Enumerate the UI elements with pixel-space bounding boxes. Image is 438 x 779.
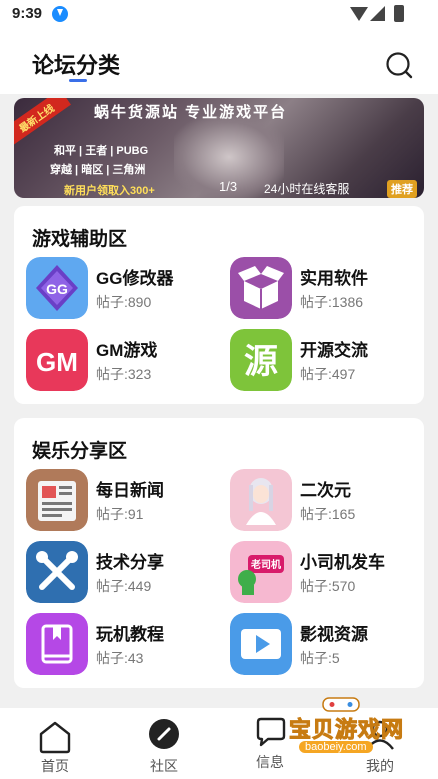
forum-item-name: 技术分享 [96,553,164,572]
forum-item-news[interactable]: 每日新闻 帖子:91 [26,469,216,531]
banner-badge: 推荐 [387,180,417,198]
user-icon [366,720,394,750]
forum-item-count: 帖子:890 [96,294,152,310]
open-source-icon: 源 [230,329,292,391]
svg-text:GM: GM [36,347,78,377]
forum-item-name: GG修改器 [96,269,174,288]
download-icon [52,6,68,22]
nav-label: 信息 [256,754,284,770]
signal-icon [370,6,385,21]
status-time: 9:39 [12,5,43,22]
banner-headline: 蜗牛货源站 专业游戏平台 [94,104,288,121]
forum-item-anime[interactable]: 二次元 帖子:165 [230,469,420,531]
promo-banner[interactable]: 最新上线 蜗牛货源站 专业游戏平台 和平 | 王者 | PUBG 穿越 | 暗区… [14,98,424,198]
gm-game-icon: GM [26,329,88,391]
forum-item-gm-game[interactable]: GM GM游戏 帖子:323 [26,329,216,391]
newspaper-icon [26,469,88,531]
book-icon [26,613,88,675]
status-bar: 9:39 [0,0,438,28]
svg-text:GG: GG [46,281,68,297]
forum-item-name: GM游戏 [96,341,158,360]
bottom-nav: 首页 社区 信息 我的 [0,708,438,779]
compass-icon [149,719,179,749]
battery-icon [394,5,404,22]
nav-label: 社区 [150,758,178,774]
forum-item-software[interactable]: 实用软件 帖子:1386 [230,257,420,319]
forum-item-name: 影视资源 [300,625,368,644]
home-icon [39,721,71,754]
forum-item-open-source[interactable]: 源 开源交流 帖子:497 [230,329,420,391]
message-icon [256,717,286,747]
video-play-icon [230,613,292,675]
forum-item-tech[interactable]: 技术分享 帖子:449 [26,541,216,603]
banner-line: 穿越 | 暗区 | 三角洲 [50,164,146,176]
gg-modifier-icon: GG [26,257,88,319]
forum-item-name: 小司机发车 [300,553,385,572]
wifi-icon [350,7,368,21]
forum-item-name: 开源交流 [300,341,368,360]
forum-item-count: 帖子:323 [96,366,152,382]
box-icon [230,257,292,319]
banner-pager: 1/3 [219,179,238,194]
anime-girl-icon [230,469,292,531]
forum-item-name: 实用软件 [300,269,368,288]
banner-tag: 最新上线 [14,98,71,146]
forum-item-count: 帖子:165 [300,506,356,522]
banner-line: 和平 | 王者 | PUBG [54,145,149,157]
forum-item-driver[interactable]: 老司机 小司机发车 帖子:570 [230,541,420,603]
driver-icon: 老司机 [230,541,292,603]
section-title: 娱乐分享区 [32,441,128,462]
forum-item-count: 帖子:1386 [300,294,364,310]
forum-item-count: 帖子:497 [300,366,356,382]
page-title: 论坛分类 [32,53,121,78]
banner-line: 新用户领取入300+ [64,185,155,197]
forum-item-name: 每日新闻 [96,481,164,500]
page-header: 论坛分类 [0,28,438,94]
forum-item-count: 帖子:43 [96,650,144,666]
forum-item-tutorial[interactable]: 玩机教程 帖子:43 [26,613,216,675]
forum-item-count: 帖子:5 [300,650,340,666]
search-icon[interactable] [385,51,413,79]
nav-tab-community[interactable]: 社区 [124,708,204,779]
title-underline [69,79,87,82]
forum-item-count: 帖子:570 [300,578,356,594]
section-entertainment: 娱乐分享区 每日新闻 帖子:91 二次元 帖子:165 技术分享 帖子:449 … [14,418,424,688]
forum-item-name: 玩机教程 [96,625,164,644]
section-game-assist: 游戏辅助区 GG GG修改器 帖子:890 实用软件 帖子:1386 GM GM… [14,206,424,404]
svg-text:老司机: 老司机 [250,558,281,571]
banner-service-text: 24小时在线客服 [264,182,350,196]
nav-tab-messages[interactable]: 信息 [230,708,310,779]
nav-label: 首页 [41,758,69,774]
forum-item-count: 帖子:91 [96,506,144,522]
nav-label: 我的 [366,758,394,774]
forum-item-video[interactable]: 影视资源 帖子:5 [230,613,420,675]
forum-item-gg[interactable]: GG GG修改器 帖子:890 [26,257,216,319]
tools-icon [26,541,88,603]
nav-tab-profile[interactable]: 我的 [340,708,420,779]
svg-text:源: 源 [244,342,278,382]
forum-item-count: 帖子:449 [96,578,152,594]
section-title: 游戏辅助区 [32,229,128,250]
nav-tab-home[interactable]: 首页 [15,708,95,779]
forum-item-name: 二次元 [300,481,351,500]
